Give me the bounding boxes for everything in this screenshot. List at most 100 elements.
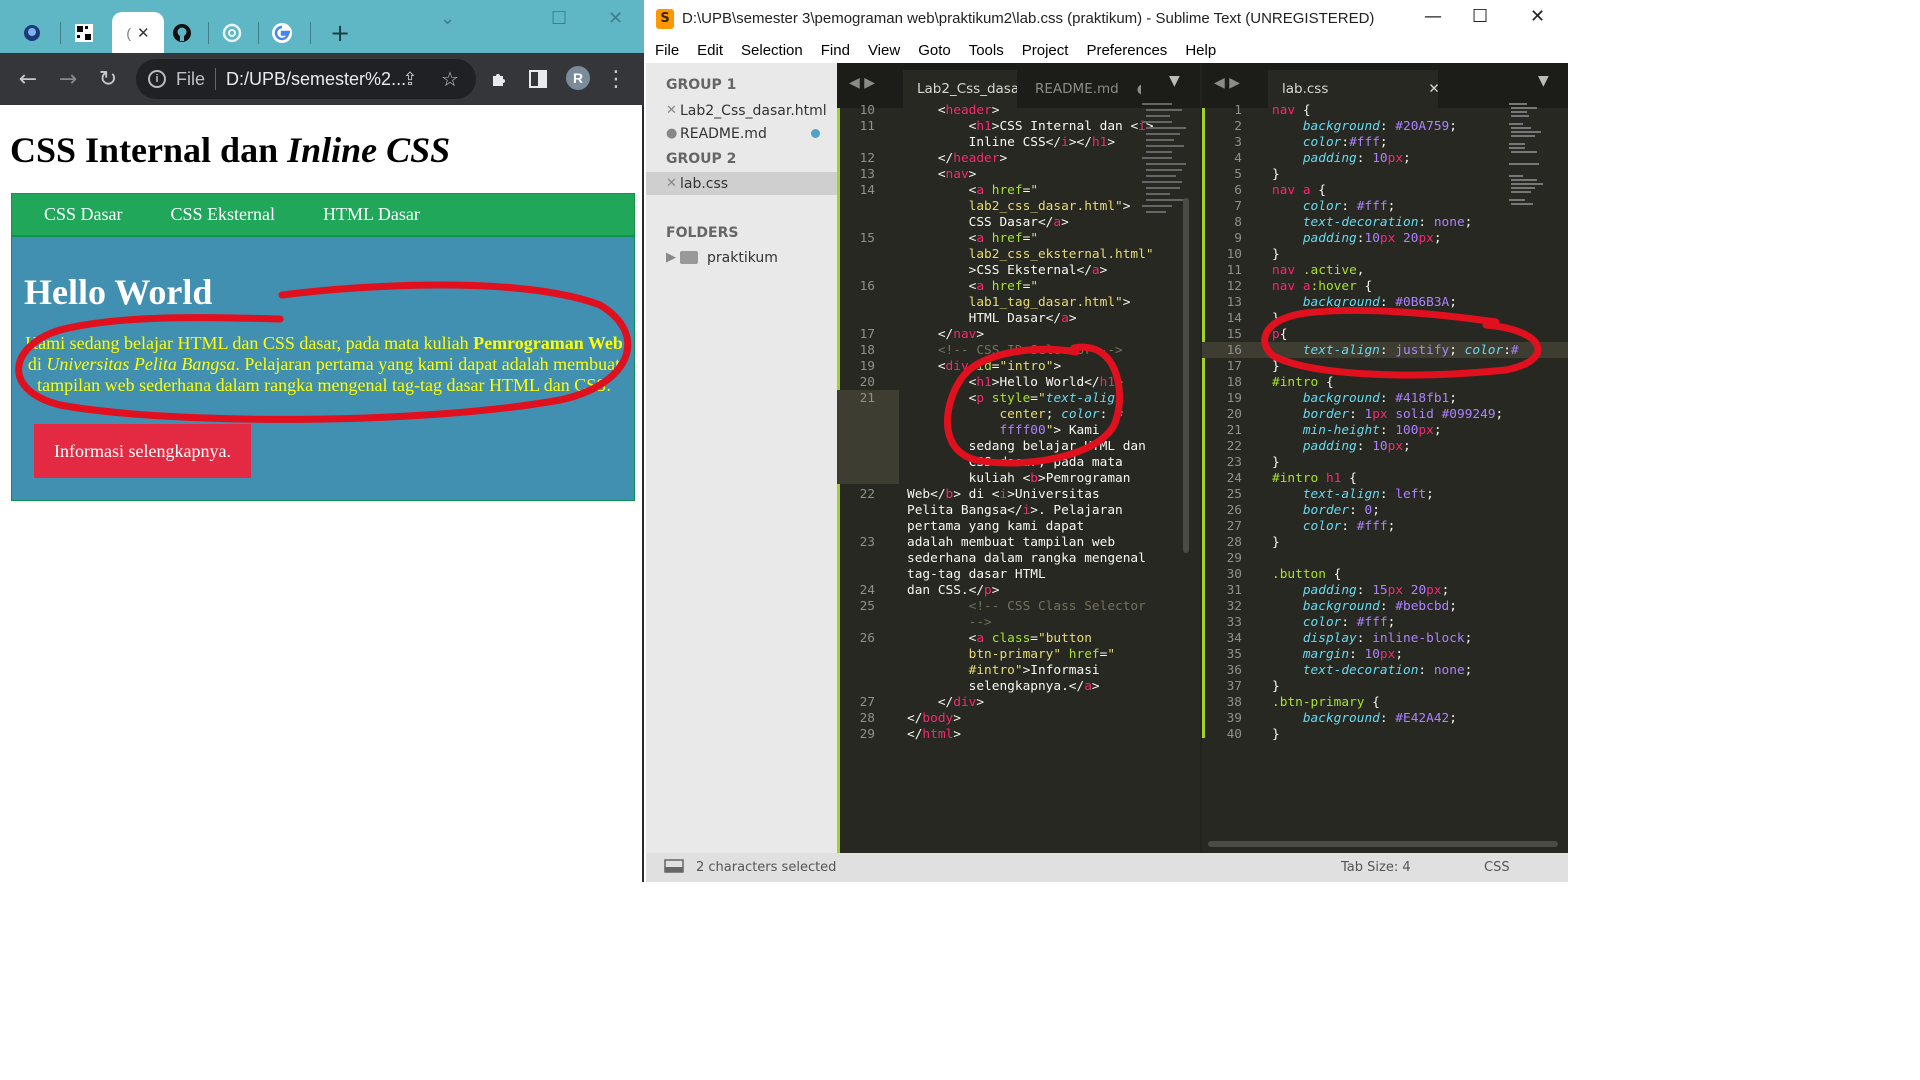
- code-line: .btn-primary {: [1272, 695, 1380, 710]
- menu-tools[interactable]: Tools: [960, 42, 1013, 59]
- close-window-icon[interactable]: ✕: [1530, 6, 1545, 27]
- avatar[interactable]: R: [566, 66, 590, 90]
- code-line: border: 0;: [1302, 503, 1380, 518]
- horizontal-scrollbar[interactable]: [1208, 841, 1558, 847]
- forward-icon[interactable]: →: [52, 63, 84, 95]
- code-line: color:#fff;: [1302, 135, 1388, 150]
- menu-find[interactable]: Find: [812, 42, 859, 59]
- tab-active[interactable]: ( ✕: [112, 12, 164, 53]
- line-number: 3: [1234, 135, 1242, 150]
- code-line: border: 1px solid #099249;: [1302, 407, 1504, 422]
- menu-help[interactable]: Help: [1176, 42, 1225, 59]
- line-number: 23: [1226, 455, 1242, 470]
- minimize-icon[interactable]: —: [1424, 6, 1442, 27]
- tab-dropdown-icon[interactable]: ▼: [1169, 73, 1180, 89]
- tab-readme[interactable]: README.md●: [1021, 70, 1141, 108]
- editor-window: S D:\UPB\semester 3\pemograman web\prakt…: [646, 0, 1568, 882]
- line-number: 40: [1226, 727, 1242, 742]
- code-line: >CSS Eksternal</a>: [907, 263, 1108, 278]
- line-number: 34: [1226, 631, 1242, 646]
- line-number: 6: [1234, 183, 1242, 198]
- intro-heading: Hello World: [24, 272, 213, 312]
- sidebar-file-readme[interactable]: ● README.md: [646, 122, 837, 145]
- google-icon: [271, 22, 293, 44]
- close-icon[interactable]: ✕: [137, 24, 150, 42]
- bookmark-star-icon[interactable]: ☆: [434, 63, 466, 95]
- menu-file[interactable]: File: [646, 42, 688, 59]
- tab-search-icon[interactable]: ⌄: [440, 8, 455, 29]
- code-line: display: inline-block;: [1302, 631, 1473, 646]
- intro-paragraph: Kami sedang belajar HTML dan CSS dasar, …: [25, 333, 623, 395]
- line-number: 39: [1226, 711, 1242, 726]
- tab-github[interactable]: [166, 12, 198, 53]
- code-line: <a href=": [907, 231, 1039, 246]
- close-icon[interactable]: ✕: [666, 176, 680, 191]
- loading-icon: (: [126, 24, 132, 41]
- code-line: text-align: left;: [1302, 487, 1434, 502]
- code-line: color: #fff;: [1302, 199, 1396, 214]
- line-number: 9: [1234, 231, 1242, 246]
- minimap: [1507, 103, 1557, 223]
- code-line: }: [1272, 247, 1280, 262]
- tab-nav-arrows-icon[interactable]: ◀ ▶: [849, 75, 875, 91]
- sidebar-folder-praktikum[interactable]: ▶ praktikum: [646, 246, 837, 269]
- new-tab-button[interactable]: +: [326, 12, 354, 53]
- info-icon[interactable]: i: [148, 70, 166, 88]
- menu-goto[interactable]: Goto: [909, 42, 960, 59]
- info-button[interactable]: Informasi selengkapnya.: [34, 424, 251, 478]
- line-number: 12: [859, 151, 875, 166]
- menu-selection[interactable]: Selection: [732, 42, 812, 59]
- close-icon[interactable]: ✕: [1428, 81, 1438, 97]
- close-icon[interactable]: ✕: [666, 103, 680, 118]
- reload-icon[interactable]: ↻: [92, 63, 124, 95]
- sidebar-file-lab2[interactable]: ✕ Lab2_Css_dasar.html: [646, 99, 837, 122]
- code-line: padding: 10px;: [1302, 439, 1411, 454]
- code-line: .button {: [1272, 567, 1342, 582]
- maximize-icon[interactable]: ☐: [1472, 6, 1488, 27]
- selection-status: 2 characters selected: [696, 860, 837, 875]
- share-icon[interactable]: ⇪: [394, 63, 426, 95]
- editor-pane-css[interactable]: ◀ ▶ lab.css ✕ ▼ 1 nav {2 background: #20A7…: [1202, 63, 1568, 853]
- code-line: <header>: [937, 103, 1000, 118]
- vertical-scrollbar[interactable]: [1183, 198, 1189, 553]
- code-line: }: [1272, 679, 1280, 694]
- maximize-icon[interactable]: ☐: [551, 8, 567, 29]
- extensions-icon[interactable]: [484, 63, 516, 95]
- menu-preferences[interactable]: Preferences: [1077, 42, 1176, 59]
- close-window-icon[interactable]: ✕: [608, 8, 623, 29]
- tab-dropdown-icon[interactable]: ▼: [1538, 73, 1549, 89]
- line-number: 27: [1226, 519, 1242, 534]
- tab-size-status[interactable]: Tab Size: 4: [1341, 860, 1411, 875]
- tab-google[interactable]: [266, 12, 298, 53]
- side-panel-icon[interactable]: [522, 63, 554, 95]
- back-icon[interactable]: ←: [12, 63, 44, 95]
- site-nav: CSS Dasar CSS Eksternal HTML Dasar: [11, 193, 635, 236]
- tab-qr[interactable]: [68, 12, 100, 53]
- code-line: padding:10px 20px;: [1302, 231, 1442, 246]
- line-number: 15: [1226, 327, 1242, 342]
- line-number: 16: [1226, 343, 1242, 358]
- syntax-status[interactable]: CSS: [1484, 860, 1510, 875]
- url-text[interactable]: D:/UPB/semester%2...: [226, 69, 406, 90]
- editor-pane-html[interactable]: ◀ ▶ Lab2_Css_dasar.h README.md● ▼ 10 <he…: [837, 63, 1200, 853]
- code-line: <a class="button: [907, 631, 1092, 646]
- panel-toggle-icon[interactable]: [664, 859, 684, 877]
- menu-project[interactable]: Project: [1013, 42, 1078, 59]
- menu-view[interactable]: View: [859, 42, 909, 59]
- menu-kebab-icon[interactable]: ⋮: [600, 63, 632, 95]
- code-line: nav {: [1272, 103, 1311, 118]
- tab-openai[interactable]: [216, 12, 248, 53]
- code-line: selengkapnya.</a>: [907, 679, 1100, 694]
- nav-link-css-dasar[interactable]: CSS Dasar: [12, 204, 147, 225]
- tab-nav-arrows-icon[interactable]: ◀ ▶: [1214, 75, 1240, 91]
- sidebar-file-labcss[interactable]: ✕ lab.css: [646, 172, 837, 195]
- menu-edit[interactable]: Edit: [688, 42, 732, 59]
- code-line: color: #fff;: [1302, 519, 1396, 534]
- dirty-dot-icon: ●: [1137, 81, 1141, 97]
- code-line: CSS Dasar</a>: [907, 215, 1069, 230]
- tab-app[interactable]: [16, 12, 48, 53]
- nav-link-css-eksternal[interactable]: CSS Eksternal: [147, 204, 300, 225]
- nav-link-html-dasar[interactable]: HTML Dasar: [299, 204, 444, 225]
- line-number: 21: [1226, 423, 1242, 438]
- code-line: <!-- CSS Class Selector: [907, 599, 1146, 614]
